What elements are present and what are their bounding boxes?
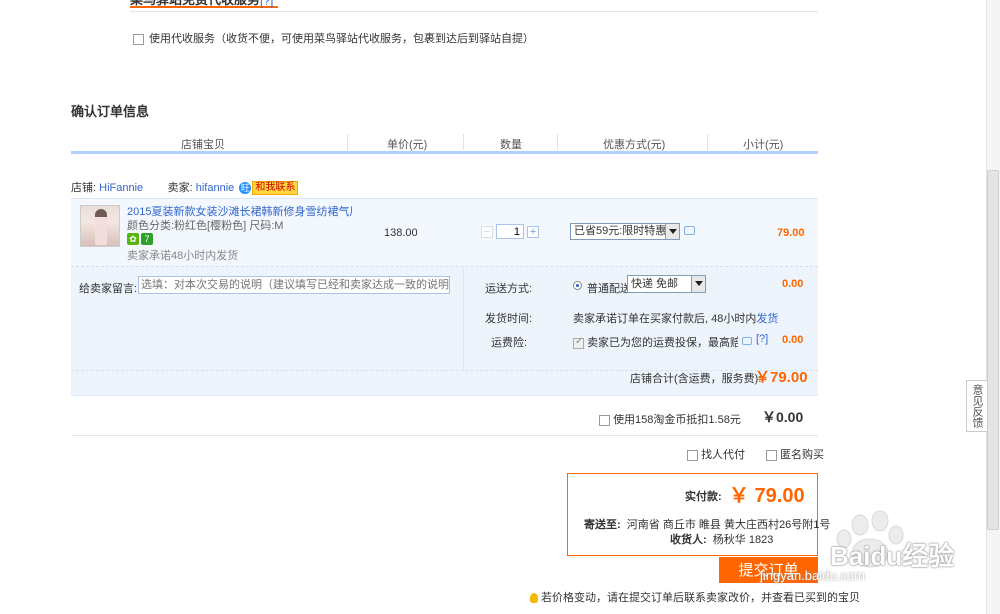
contact-seller-button[interactable]: 和我联系 xyxy=(252,181,299,196)
divider xyxy=(71,435,818,436)
confirm-order-title: 确认订单信息 xyxy=(71,104,150,119)
proxy-service-row[interactable]: 使用代收服务（收货不便，可使用菜鸟驿站代收服务，包裹到达后到驿站自提） xyxy=(133,30,534,46)
col-item: 店铺宝贝 xyxy=(181,139,225,151)
taobao-coin-label: 使用158淘金币抵扣1.58元 xyxy=(613,414,741,426)
shop-total-value: ￥79.00 xyxy=(755,369,808,386)
chevron-down-icon[interactable] xyxy=(665,224,679,239)
proxy-service-checkbox[interactable] xyxy=(133,33,144,45)
cainiao-tab[interactable]: 菜鸟驿站免费代收服务 xyxy=(130,0,278,8)
anonymous-buy-option[interactable]: 匿名购买 xyxy=(766,446,824,462)
insurance-cost: 0.00 xyxy=(782,334,804,346)
pay-amount-value: ￥ 79.00 xyxy=(729,485,805,507)
col-price: 单价(元) xyxy=(387,139,428,151)
col-separator xyxy=(557,134,558,150)
shop-label: 店铺: xyxy=(71,182,97,194)
taobao-coin-value: ￥0.00 xyxy=(762,409,804,425)
item-subtotal: 79.00 xyxy=(777,227,805,239)
shipping-address: 寄送至: 河南省 商丘市 睢县 黄大庄西村26号附1号 xyxy=(584,519,831,531)
watermark-url: jingyan.baidu.com xyxy=(760,568,865,583)
seller-name-link[interactable]: hifannie xyxy=(196,182,235,194)
chevron-down-icon[interactable] xyxy=(691,276,705,292)
receiver-info: 收货人: 杨秋华 1823 xyxy=(670,534,774,546)
wangwang-icon[interactable]: 旺 xyxy=(239,182,252,195)
scrollbar-thumb[interactable] xyxy=(987,170,999,530)
lightbulb-icon xyxy=(530,593,538,604)
insurance-checkbox xyxy=(573,336,584,349)
item-service-icons: ✿ 7 xyxy=(127,231,155,245)
shop-row: 店铺: HiFannie 卖家: hifannie 旺和我联系 xyxy=(71,179,299,196)
col-subtotal: 小计(元) xyxy=(743,139,784,151)
seller-message-input[interactable] xyxy=(138,276,450,294)
shop-total-label: 店铺合计(含运费，服务费): xyxy=(630,373,762,385)
anonymous-buy-checkbox[interactable] xyxy=(766,449,777,461)
col-separator xyxy=(707,134,708,150)
insurance-note: 卖家已为您的运费投保，最高赔付... xyxy=(573,334,738,350)
delivery-time-label: 发货时间: xyxy=(485,313,533,325)
shop-name-link[interactable]: HiFannie xyxy=(99,182,143,194)
seller-message-label: 给卖家留言: xyxy=(79,283,138,295)
promo-select[interactable]: 已省59元:限时特惠 xyxy=(570,223,680,240)
col-separator xyxy=(463,134,464,150)
proxy-service-label: 使用代收服务（收货不便，可使用菜鸟驿站代收服务，包裹到达后到驿站自提） xyxy=(149,33,534,45)
taobao-coin-row[interactable]: 使用158淘金币抵扣1.58元 xyxy=(599,411,741,427)
qty-increase-button[interactable]: + xyxy=(527,225,539,238)
proxy-pay-checkbox[interactable] xyxy=(687,449,698,461)
shipping-option-label[interactable]: 普通配送 xyxy=(587,280,631,296)
qty-decrease-button[interactable]: − xyxy=(481,225,493,238)
delivery-time-link[interactable]: 发货 xyxy=(756,313,778,325)
top-divider xyxy=(130,11,818,12)
col-separator xyxy=(347,134,348,150)
quantity-input[interactable] xyxy=(496,224,524,240)
pay-amount-label: 实付款: xyxy=(685,491,722,503)
shipping-method-label: 运送方式: xyxy=(485,283,533,295)
item-delivery-promise: 卖家承诺48小时内发货 xyxy=(127,250,239,262)
delivery-time-text: 卖家承诺订单在买家付款后, 48小时内发货 xyxy=(573,313,779,325)
taobao-coin-checkbox[interactable] xyxy=(599,414,610,426)
col-promo: 优惠方式(元) xyxy=(603,139,666,151)
shipping-selected-value: 快递 免邮 xyxy=(631,278,679,290)
promo-selected-value: 已省59元:限时特惠 xyxy=(574,225,667,237)
item-unit-price: 138.00 xyxy=(384,227,418,239)
order-table-header: 店铺宝贝 单价(元) 数量 优惠方式(元) 小计(元) xyxy=(71,134,818,154)
feedback-tab[interactable]: 意见反馈 xyxy=(966,380,988,432)
shipping-radio[interactable] xyxy=(573,281,582,290)
col-qty: 数量 xyxy=(500,139,522,151)
insurance-help-link[interactable]: [?] xyxy=(756,333,768,345)
shipping-select[interactable]: 快递 免邮 xyxy=(627,275,706,293)
item-thumbnail[interactable] xyxy=(80,205,120,247)
message-icon[interactable] xyxy=(742,337,752,345)
shipping-cost: 0.00 xyxy=(782,278,804,290)
quantity-stepper[interactable]: −+ xyxy=(481,224,539,240)
message-icon[interactable] xyxy=(684,226,695,235)
cainiao-help-link[interactable]: [?] xyxy=(260,0,273,7)
seller-label: 卖家: xyxy=(167,182,193,194)
price-change-note: 若价格变动，请在提交订单后联系卖家改价，并查看已买到的宝贝 xyxy=(530,589,860,605)
proxy-pay-option[interactable]: 找人代付 xyxy=(687,446,745,462)
insurance-label: 运费险: xyxy=(491,337,528,349)
consumer-protection-icon[interactable]: ✿ xyxy=(127,233,139,245)
seven-day-return-icon[interactable]: 7 xyxy=(141,233,153,245)
